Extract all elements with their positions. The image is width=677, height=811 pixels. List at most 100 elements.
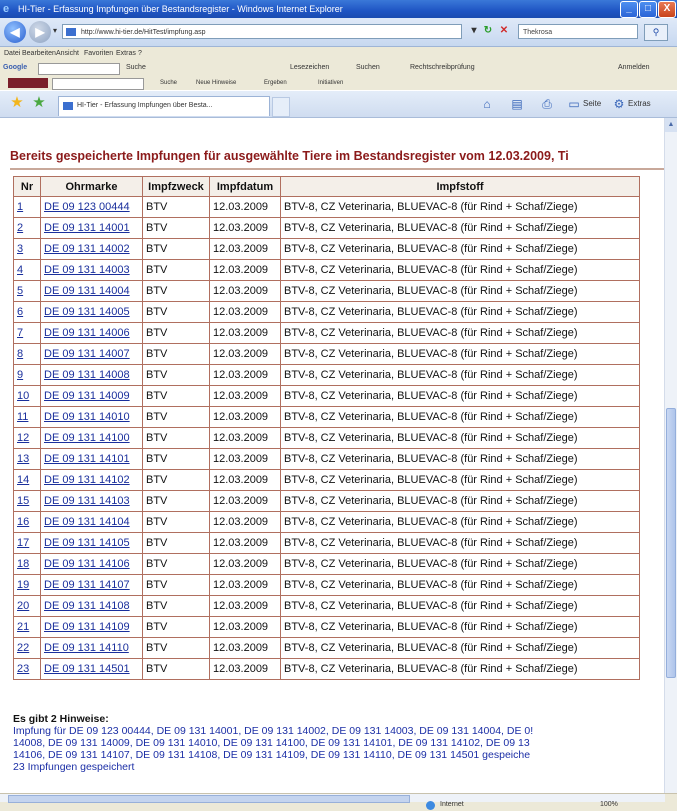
ohrmarke-link[interactable]: DE 09 131 14100	[44, 432, 130, 444]
row-nr-link[interactable]: 20	[17, 600, 29, 612]
menu-bearbeiten[interactable]: Bearbeiten	[22, 47, 56, 60]
row-nr-link[interactable]: 5	[17, 285, 23, 297]
row-nr-link[interactable]: 3	[17, 243, 23, 255]
menu-extras[interactable]: Extras	[116, 47, 136, 60]
tools-menu[interactable]: Extras	[628, 97, 651, 111]
impfstoff-cell: BTV-8, CZ Veterinaria, BLUEVAC-8 (für Ri…	[280, 280, 640, 302]
horizontal-scroll-thumb[interactable]	[8, 795, 410, 803]
row-nr-link[interactable]: 21	[17, 621, 29, 633]
google-search-input[interactable]	[38, 63, 120, 75]
column-header-ohrmarke: Ohrmarke	[40, 176, 143, 197]
favorites-star-icon[interactable]: ★	[10, 95, 24, 110]
search-go-icon[interactable]: ⚲	[644, 24, 668, 41]
ohrmarke-link[interactable]: DE 09 131 14005	[44, 306, 130, 318]
table-row: 23 DE 09 131 14501 BTV 12.03.2009 BTV-8, CZ …	[13, 658, 640, 680]
menu-ansicht[interactable]: Ansicht	[56, 47, 79, 60]
menu-favoriten[interactable]: Favoriten	[84, 47, 113, 60]
ohrmarke-link[interactable]: DE 09 131 14101	[44, 453, 130, 465]
ohrmarke-link[interactable]: DE 09 131 14003	[44, 264, 130, 276]
stop-icon[interactable]: ✕	[498, 25, 510, 37]
menu-datei[interactable]: Datei	[4, 47, 20, 60]
ohrmarke-link[interactable]: DE 09 131 14001	[44, 222, 130, 234]
tab-active[interactable]: HI-Tier - Erfassung Impfungen über Besta…	[58, 96, 270, 116]
ohrmarke-link[interactable]: DE 09 131 14108	[44, 600, 130, 612]
row-nr-link[interactable]: 13	[17, 453, 29, 465]
ohrmarke-link[interactable]: DE 09 131 14105	[44, 537, 130, 549]
ohrmarke-link[interactable]: DE 09 131 14004	[44, 285, 130, 297]
ohrmarke-link[interactable]: DE 09 131 14007	[44, 348, 130, 360]
history-dropdown-icon[interactable]: ▾	[53, 26, 57, 35]
forward-button[interactable]: ▶	[29, 21, 51, 43]
back-button[interactable]: ◀	[4, 21, 26, 43]
links-news-button[interactable]: Neue Hinweise	[196, 76, 236, 90]
feeds-icon[interactable]: ▤	[510, 97, 524, 111]
google-spellcheck-button[interactable]: Rechtschreibprüfung	[410, 60, 475, 76]
horizontal-scrollbar[interactable]	[0, 794, 665, 803]
links-input[interactable]	[52, 78, 144, 90]
page-menu-icon[interactable]: ▭	[567, 97, 581, 111]
home-icon[interactable]: ⌂	[480, 97, 494, 111]
impfzweck-cell: BTV	[142, 448, 210, 470]
address-dropdown-icon[interactable]: ▾	[468, 25, 480, 37]
row-nr-link[interactable]: 19	[17, 579, 29, 591]
row-nr-link[interactable]: 17	[17, 537, 29, 549]
ohrmarke-link[interactable]: DE 09 131 14103	[44, 495, 130, 507]
row-nr-link[interactable]: 1	[17, 201, 23, 213]
add-favorites-icon[interactable]: ★	[32, 95, 46, 110]
ohrmarke-link[interactable]: DE 09 123 00444	[44, 201, 130, 213]
address-bar[interactable]: http://www.hi-tier.de/HitTest/impfung.as…	[62, 24, 462, 39]
links-initiatives-button[interactable]: Initiativen	[318, 76, 343, 90]
row-nr-link[interactable]: 4	[17, 264, 23, 276]
google-bookmarks-button[interactable]: Lesezeichen	[290, 60, 329, 76]
google-signin-button[interactable]: Anmelden	[618, 60, 650, 76]
ohrmarke-link[interactable]: DE 09 131 14102	[44, 474, 130, 486]
row-nr-link[interactable]: 14	[17, 474, 29, 486]
ohrmarke-link[interactable]: DE 09 131 14010	[44, 411, 130, 423]
row-nr-cell: 19	[13, 574, 41, 596]
close-button[interactable]: X	[658, 1, 676, 18]
impfstoff-cell: BTV-8, CZ Veterinaria, BLUEVAC-8 (für Ri…	[280, 301, 640, 323]
ohrmarke-link[interactable]: DE 09 131 14006	[44, 327, 130, 339]
vertical-scrollbar[interactable]: ▲	[664, 118, 677, 793]
ohrmarke-link[interactable]: DE 09 131 14501	[44, 663, 130, 675]
ohrmarke-link[interactable]: DE 09 131 14106	[44, 558, 130, 570]
tools-menu-icon[interactable]: ⚙	[612, 97, 626, 111]
scroll-thumb[interactable]	[666, 408, 676, 678]
maximize-button[interactable]: □	[639, 1, 657, 18]
row-nr-link[interactable]: 23	[17, 663, 29, 675]
row-nr-link[interactable]: 22	[17, 642, 29, 654]
ohrmarke-link[interactable]: DE 09 131 14008	[44, 369, 130, 381]
links-search-button[interactable]: Suche	[160, 76, 177, 90]
scroll-up-icon[interactable]: ▲	[665, 118, 677, 132]
row-nr-link[interactable]: 10	[17, 390, 29, 402]
search-input[interactable]: Thekrosa	[518, 24, 638, 39]
ohrmarke-link[interactable]: DE 09 131 14002	[44, 243, 130, 255]
row-nr-link[interactable]: 15	[17, 495, 29, 507]
refresh-icon[interactable]: ↻	[482, 25, 494, 37]
row-nr-link[interactable]: 6	[17, 306, 23, 318]
ohrmarke-link[interactable]: DE 09 131 14107	[44, 579, 130, 591]
row-nr-link[interactable]: 12	[17, 432, 29, 444]
google-search-button[interactable]: Suche	[126, 60, 146, 76]
row-nr-link[interactable]: 8	[17, 348, 23, 360]
ohrmarke-link[interactable]: DE 09 131 14109	[44, 621, 130, 633]
new-tab-button[interactable]	[272, 97, 290, 117]
row-nr-link[interactable]: 11	[17, 411, 28, 423]
ohrmarke-link[interactable]: DE 09 131 14009	[44, 390, 130, 402]
links-results-button[interactable]: Ergeben	[264, 76, 287, 90]
page-menu[interactable]: Seite	[583, 97, 601, 111]
row-nr-link[interactable]: 7	[17, 327, 23, 339]
row-nr-link[interactable]: 9	[17, 369, 23, 381]
menu-help[interactable]: ?	[138, 47, 142, 60]
row-nr-link[interactable]: 18	[17, 558, 29, 570]
table-row: 11 DE 09 131 14010 BTV 12.03.2009 BTV-8, CZ …	[13, 406, 640, 428]
row-nr-link[interactable]: 16	[17, 516, 29, 528]
ohrmarke-link[interactable]: DE 09 131 14110	[44, 642, 129, 654]
table-body: 1 DE 09 123 00444 BTV 12.03.2009 BTV-8, CZ V…	[13, 196, 640, 680]
ohrmarke-link[interactable]: DE 09 131 14104	[44, 516, 130, 528]
row-nr-link[interactable]: 2	[17, 222, 23, 234]
google-find-button[interactable]: Suchen	[356, 60, 380, 76]
minimize-button[interactable]: _	[620, 1, 638, 18]
zoom-level[interactable]: 100%	[600, 799, 618, 811]
print-icon[interactable]: ⎙	[540, 97, 554, 111]
